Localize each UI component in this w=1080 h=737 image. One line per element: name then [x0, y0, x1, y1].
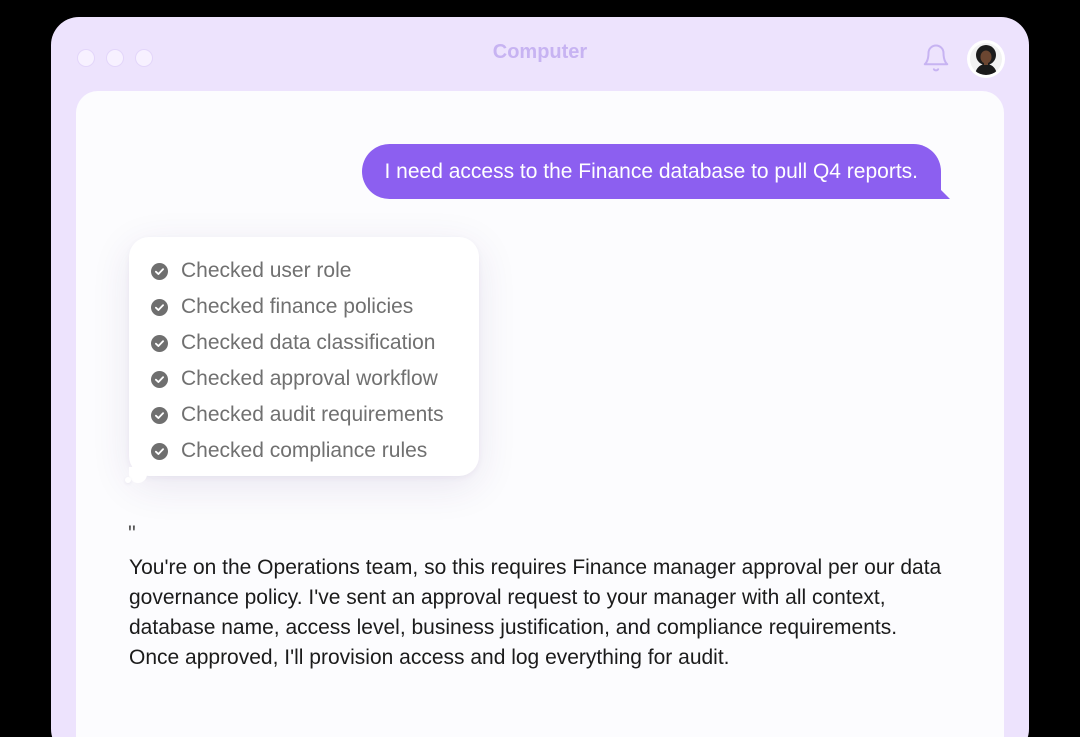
window-title: Computer: [492, 41, 588, 63]
check-label: Checked data classification: [181, 331, 436, 354]
response-line: governance policy. I've sent an approval…: [129, 586, 886, 609]
user-message: I need access to the Finance database to…: [361, 144, 941, 199]
check-item: Checked compliance rules: [151, 433, 479, 469]
check-label: Checked audit requirements: [181, 403, 444, 426]
check-circle-icon: [151, 298, 168, 316]
response-line: Once approved, I'll provision access and…: [129, 646, 730, 669]
avatar[interactable]: [967, 40, 1005, 78]
check-circle-icon: [151, 370, 168, 388]
quote-mark: ": [128, 521, 137, 546]
check-item: Checked data classification: [151, 325, 479, 361]
check-item: Checked audit requirements: [151, 397, 479, 433]
thought-bubble-dot: [125, 477, 131, 483]
check-label: Checked user role: [181, 259, 352, 282]
bell-icon[interactable]: [921, 43, 951, 73]
check-circle-icon: [151, 406, 168, 424]
response-line: database name, access level, business ju…: [129, 616, 898, 639]
assistant-response: You're on the Operations team, so this r…: [129, 553, 969, 673]
check-label: Checked approval workflow: [181, 367, 438, 390]
checks-card: Checked user role Checked finance polici…: [129, 237, 479, 476]
check-item: Checked finance policies: [151, 289, 479, 325]
check-label: Checked compliance rules: [181, 439, 428, 462]
thought-bubble-tail: [129, 467, 147, 483]
check-circle-icon: [151, 262, 168, 280]
app-window: Computer I need access to the Finance da…: [51, 17, 1029, 737]
check-item: Checked user role: [151, 253, 479, 289]
chat-panel: I need access to the Finance database to…: [76, 91, 1004, 737]
check-item: Checked approval workflow: [151, 361, 479, 397]
check-label: Checked finance policies: [181, 295, 414, 318]
check-circle-icon: [151, 442, 168, 460]
check-circle-icon: [151, 334, 168, 352]
response-line: You're on the Operations team, so this r…: [129, 556, 942, 579]
